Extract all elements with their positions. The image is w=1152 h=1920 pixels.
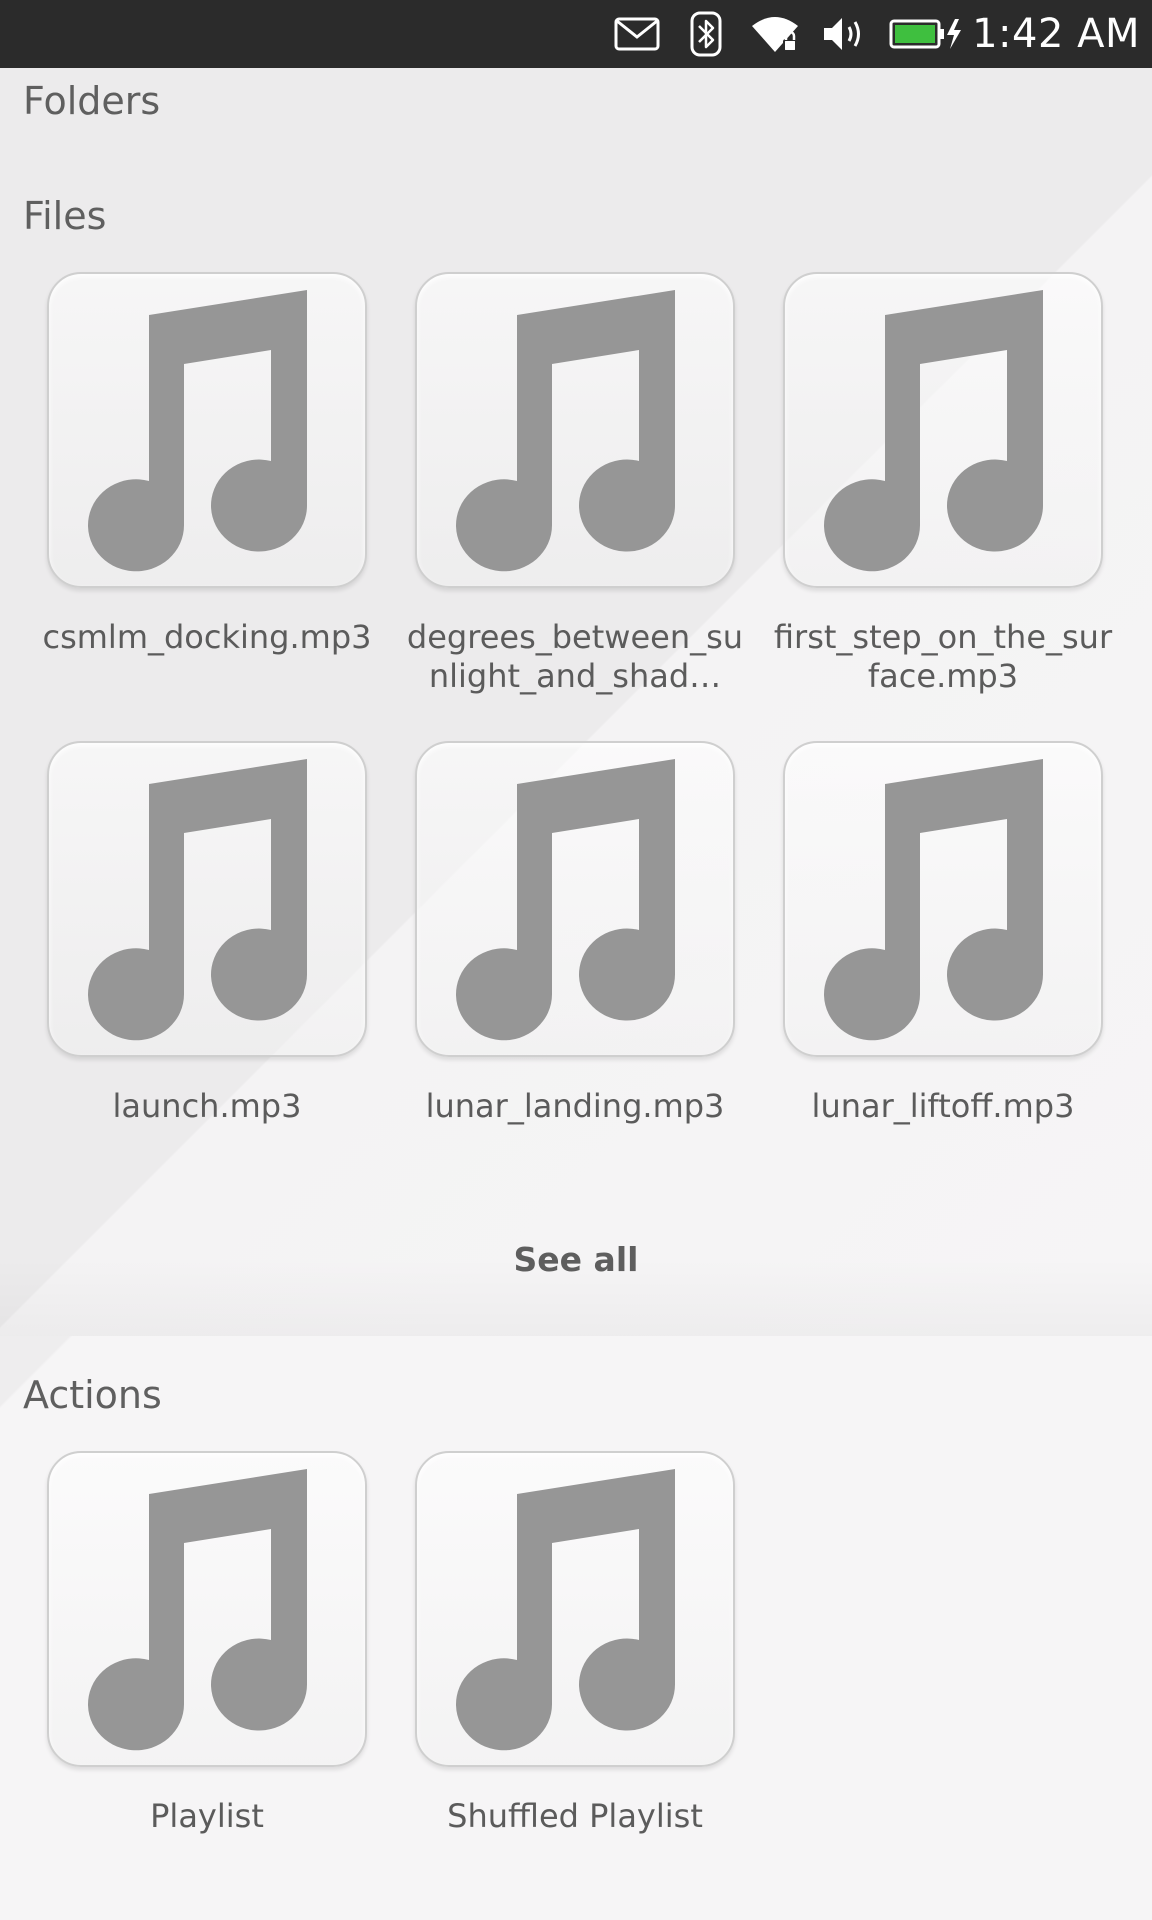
file-label: launch.mp3 [112, 1087, 302, 1125]
volume-icon[interactable] [822, 0, 866, 68]
file-artwork [415, 272, 735, 588]
files-header: Files [23, 194, 107, 238]
music-note-icon [88, 1469, 308, 1751]
file-artwork [47, 272, 367, 588]
file-artwork [783, 741, 1103, 1057]
music-note-icon [88, 759, 308, 1041]
file-artwork [47, 741, 367, 1057]
actions-header: Actions [23, 1373, 162, 1417]
file-label: lunar_landing.mp3 [425, 1087, 725, 1125]
status-bar: 1:42 AM [0, 0, 1152, 68]
file-label: first_step_on_the_surface.mp3 [773, 618, 1113, 695]
folders-header: Folders [23, 79, 161, 123]
clock: 1:42 AM [972, 11, 1140, 57]
bluetooth-icon[interactable] [688, 0, 724, 68]
envelope-icon[interactable] [612, 0, 662, 68]
action-label: Shuffled Playlist [447, 1797, 703, 1835]
see-all-button[interactable]: See all [0, 1240, 1152, 1279]
file-artwork [415, 741, 735, 1057]
music-note-icon [824, 290, 1044, 572]
wifi-icon[interactable] [748, 0, 802, 68]
music-note-icon [456, 1469, 676, 1751]
battery-charging-icon[interactable] [888, 0, 964, 68]
action-artwork [47, 1451, 367, 1767]
file-artwork [783, 272, 1103, 588]
file-label: degrees_between_sunlight_and_shad… [406, 618, 744, 695]
music-note-icon [456, 290, 676, 572]
music-scope[interactable]: Folders Files csmlm_docking.mp3 degrees_… [0, 68, 1152, 1920]
music-note-icon [824, 759, 1044, 1041]
action-label: Playlist [150, 1797, 264, 1835]
file-label: lunar_liftoff.mp3 [811, 1087, 1075, 1125]
action-artwork [415, 1451, 735, 1767]
folders-files-panel [0, 68, 1152, 1336]
music-note-icon [456, 759, 676, 1041]
music-note-icon [88, 290, 308, 572]
file-label: csmlm_docking.mp3 [42, 618, 372, 656]
